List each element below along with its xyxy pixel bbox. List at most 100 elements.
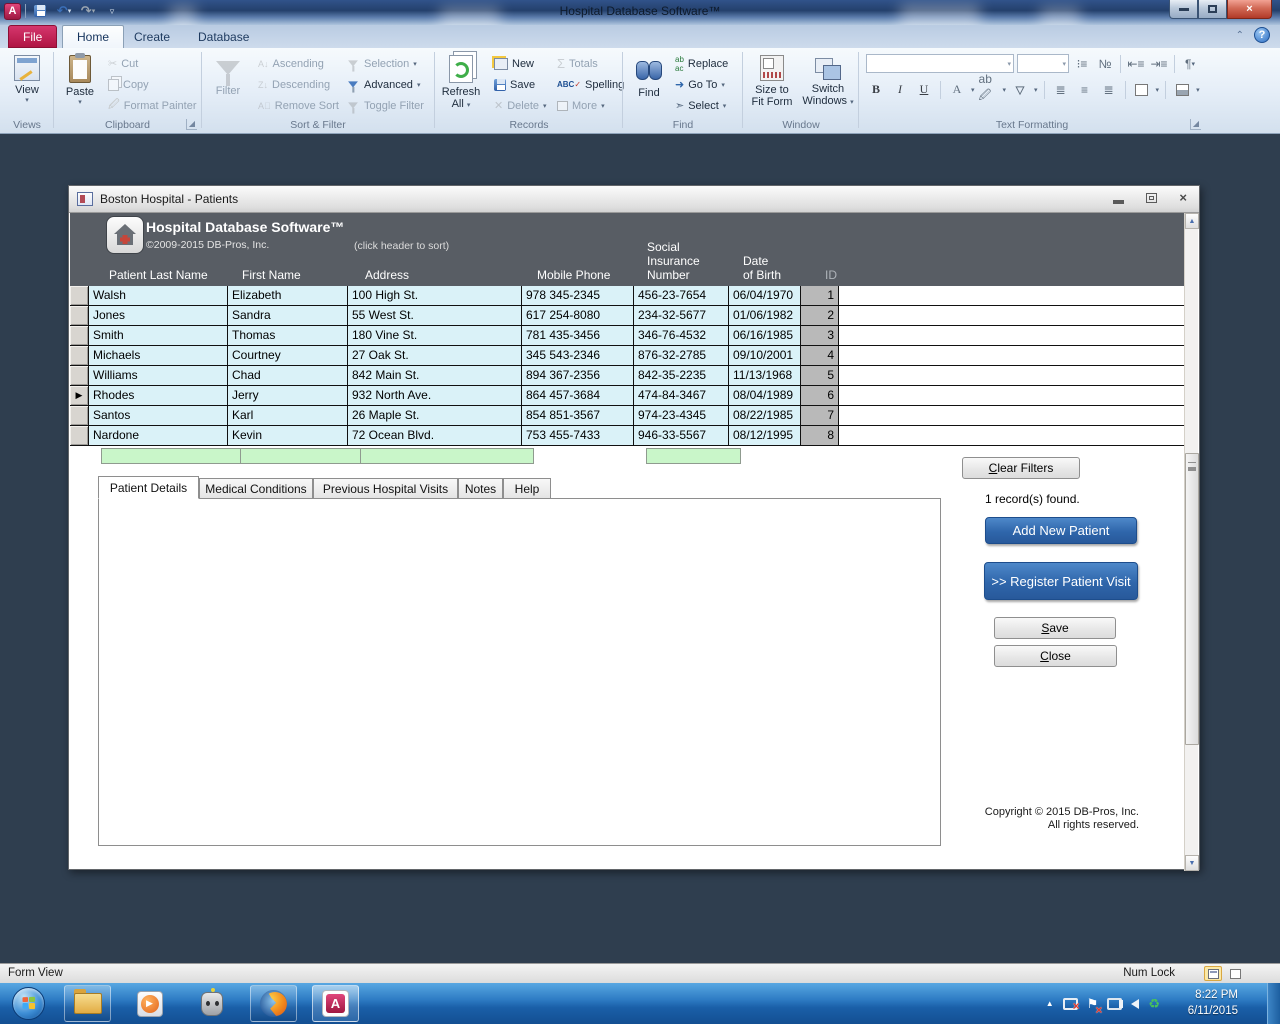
refresh-all-button[interactable]: RefreshAll ▾ xyxy=(438,52,484,116)
cell-phone[interactable]: 617 254-8080 xyxy=(522,306,634,325)
numbering-icon[interactable]: № xyxy=(1095,54,1115,73)
cell-first[interactable]: Elizabeth xyxy=(228,286,348,305)
cell-id[interactable]: 4 xyxy=(801,346,839,365)
col-address[interactable]: Address xyxy=(365,268,409,282)
size-to-fit-form-button[interactable]: Size toFit Form xyxy=(746,52,798,116)
col-dob[interactable]: Date of Birth xyxy=(743,254,781,282)
cell-id[interactable]: 5 xyxy=(801,366,839,385)
cell-last[interactable]: Michaels xyxy=(89,346,228,365)
form-close-icon[interactable]: × xyxy=(1179,190,1187,205)
record-selector[interactable] xyxy=(70,306,89,325)
cell-ssn[interactable]: 474-84-3467 xyxy=(634,386,729,405)
cell-id[interactable]: 2 xyxy=(801,306,839,325)
restore-button[interactable] xyxy=(1198,0,1227,19)
cell-last[interactable]: Santos xyxy=(89,406,228,425)
delete-record-button[interactable]: ✕Delete▾ xyxy=(491,95,550,116)
cell-ssn[interactable]: 974-23-4345 xyxy=(634,406,729,425)
find-button[interactable]: Find xyxy=(626,52,672,116)
cell-address[interactable]: 932 North Ave. xyxy=(348,386,522,405)
fill-color-icon[interactable]: 🜄 xyxy=(1010,80,1030,99)
align-left-icon[interactable]: ≣ xyxy=(1051,80,1071,99)
view-button[interactable]: View▾ xyxy=(4,52,50,116)
col-mobile[interactable]: Mobile Phone xyxy=(537,268,610,282)
record-selector[interactable] xyxy=(70,286,89,305)
cell-dob[interactable]: 08/22/1985 xyxy=(729,406,801,425)
more-button[interactable]: More▾ xyxy=(554,95,627,116)
taskbar-explorer-button[interactable] xyxy=(64,985,111,1022)
align-right-icon[interactable]: ≣ xyxy=(1099,80,1119,99)
taskbar-media-player-button[interactable]: ▶ xyxy=(126,985,173,1022)
cell-first[interactable]: Jerry xyxy=(228,386,348,405)
hidden-icons-chevron-icon[interactable]: ▲ xyxy=(1046,999,1054,1008)
decrease-indent-icon[interactable]: ⇤≡ xyxy=(1126,54,1146,73)
volume-icon[interactable] xyxy=(1131,999,1139,1009)
record-selector[interactable] xyxy=(70,366,89,385)
taskbar-clock[interactable]: 8:22 PM 6/11/2015 xyxy=(1188,987,1238,1019)
tab-create[interactable]: Create xyxy=(120,25,184,48)
record-selector[interactable] xyxy=(70,426,89,445)
replace-button[interactable]: abacReplace xyxy=(672,53,731,74)
text-formatting-dialog-launcher-icon[interactable]: ◢ xyxy=(1190,119,1201,130)
selection-button[interactable]: Selection▾ xyxy=(343,53,427,74)
scroll-down-icon[interactable]: ▼ xyxy=(1185,855,1199,871)
cell-id[interactable]: 1 xyxy=(801,286,839,305)
cell-phone[interactable]: 978 345-2345 xyxy=(522,286,634,305)
align-center-icon[interactable]: ≡ xyxy=(1075,80,1095,99)
cell-phone[interactable]: 864 457-3684 xyxy=(522,386,634,405)
italic-icon[interactable]: I xyxy=(890,80,910,99)
descending-button[interactable]: Z↓Descending xyxy=(255,74,342,95)
font-size-combo[interactable]: ▾ xyxy=(1017,54,1069,73)
cell-address[interactable]: 72 Ocean Blvd. xyxy=(348,426,522,445)
cell-ssn[interactable]: 946-33-5567 xyxy=(634,426,729,445)
paste-button[interactable]: Paste▾ xyxy=(57,52,103,116)
cell-dob[interactable]: 06/16/1985 xyxy=(729,326,801,345)
underline-icon[interactable]: U xyxy=(914,80,934,99)
goto-button[interactable]: ➜Go To▾ xyxy=(672,74,731,95)
record-selector[interactable] xyxy=(70,406,89,425)
cell-phone[interactable]: 854 851-3567 xyxy=(522,406,634,425)
font-color-icon[interactable]: A xyxy=(947,80,967,99)
clipboard-dialog-launcher-icon[interactable]: ◢ xyxy=(186,119,197,130)
copy-button[interactable]: Copy xyxy=(105,74,199,95)
cell-phone[interactable]: 345 543-2346 xyxy=(522,346,634,365)
filter-first-name-input[interactable] xyxy=(240,448,361,464)
cell-address[interactable]: 55 West St. xyxy=(348,306,522,325)
cell-dob[interactable]: 11/13/1968 xyxy=(729,366,801,385)
bullets-icon[interactable]: ⁝≡ xyxy=(1072,54,1092,73)
cell-ssn[interactable]: 842-35-2235 xyxy=(634,366,729,385)
cell-dob[interactable]: 06/04/1970 xyxy=(729,286,801,305)
switch-windows-button[interactable]: SwitchWindows ▾ xyxy=(800,52,856,116)
advanced-button[interactable]: Advanced▾ xyxy=(343,74,427,95)
ascending-button[interactable]: A↓Ascending xyxy=(255,53,342,74)
cell-ssn[interactable]: 876-32-2785 xyxy=(634,346,729,365)
cell-last[interactable]: Rhodes xyxy=(89,386,228,405)
current-record-selector[interactable]: ▶ xyxy=(70,386,89,405)
close-button[interactable]: × xyxy=(1227,0,1272,19)
scroll-up-icon[interactable]: ▲ xyxy=(1185,213,1199,229)
cell-address[interactable]: 842 Main St. xyxy=(348,366,522,385)
cell-ssn[interactable]: 346-76-4532 xyxy=(634,326,729,345)
format-painter-button[interactable]: 🖉Format Painter xyxy=(105,95,199,116)
bold-icon[interactable]: B xyxy=(866,80,886,99)
filter-button[interactable]: Filter xyxy=(205,52,251,116)
cell-first[interactable]: Sandra xyxy=(228,306,348,325)
ribbon-collapse-icon[interactable]: ⌃ xyxy=(1236,30,1244,41)
toggle-filter-button[interactable]: Toggle Filter xyxy=(343,95,427,116)
record-selector[interactable] xyxy=(70,326,89,345)
design-view-toggle-icon[interactable] xyxy=(1226,966,1244,981)
cell-dob[interactable]: 08/04/1989 xyxy=(729,386,801,405)
col-ssn[interactable]: Social Insurance Number xyxy=(647,240,700,282)
cell-first[interactable]: Karl xyxy=(228,406,348,425)
cell-address[interactable]: 27 Oak St. xyxy=(348,346,522,365)
cell-address[interactable]: 26 Maple St. xyxy=(348,406,522,425)
gridlines-icon[interactable] xyxy=(1132,80,1152,99)
tab-help[interactable]: Help xyxy=(503,478,551,499)
cell-dob[interactable]: 09/10/2001 xyxy=(729,346,801,365)
add-new-patient-button[interactable]: Add New Patient xyxy=(985,517,1137,544)
tab-patient-details[interactable]: Patient Details xyxy=(98,476,199,499)
start-button[interactable] xyxy=(12,987,45,1020)
show-desktop-button[interactable] xyxy=(1267,983,1280,1024)
spelling-button[interactable]: ABC✓Spelling xyxy=(554,74,627,95)
tab-database[interactable]: Database xyxy=(184,25,263,48)
increase-indent-icon[interactable]: ⇥≡ xyxy=(1149,54,1169,73)
